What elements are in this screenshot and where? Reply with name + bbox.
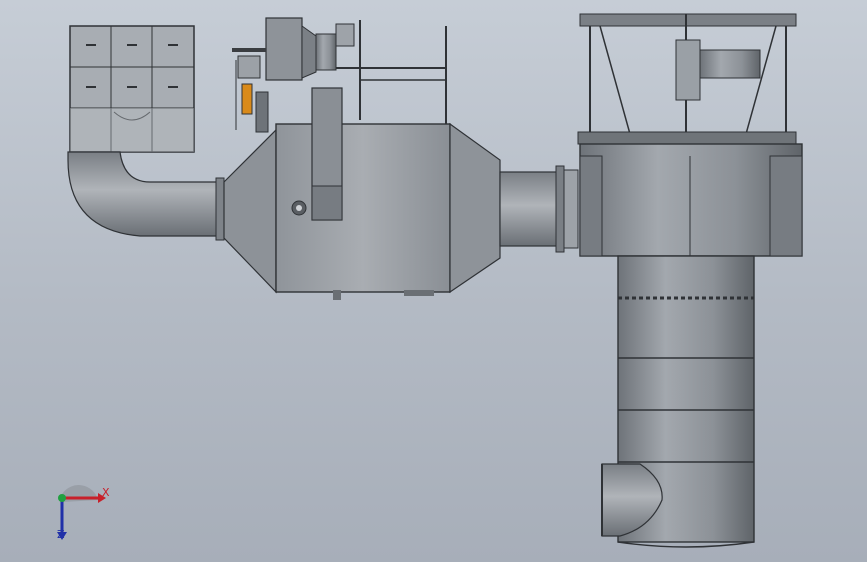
tower-upper-body[interactable]	[579, 143, 803, 257]
cad-model[interactable]	[0, 0, 867, 562]
outlet-duct[interactable]	[499, 165, 579, 253]
riser-duct[interactable]	[311, 87, 343, 221]
valve-cluster[interactable]	[232, 48, 269, 133]
z-axis-label: Z	[57, 528, 65, 541]
fan-assembly[interactable]	[265, 17, 447, 124]
graphics-viewport[interactable]: X Z	[0, 0, 867, 562]
inlet-cone[interactable]	[223, 128, 277, 294]
filter-box[interactable]	[69, 25, 195, 153]
main-chamber[interactable]	[275, 122, 501, 300]
x-axis-label: X	[102, 486, 110, 499]
elbow-duct[interactable]	[67, 151, 225, 241]
tower-top-frame[interactable]	[577, 13, 797, 145]
